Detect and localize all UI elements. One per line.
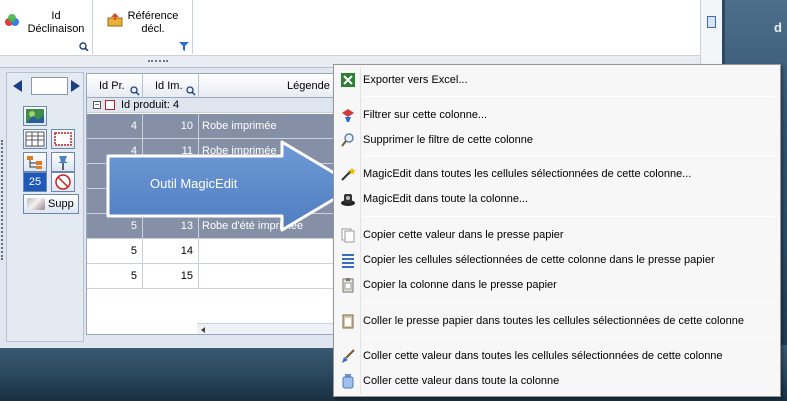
menu-item-label: Exporter vers Excel...	[363, 74, 468, 86]
grid-view-icon[interactable]	[23, 129, 47, 149]
menu-item-label: MagicEdit dans toutes les cellules sélec…	[363, 168, 692, 180]
menu-item-excel[interactable]: Exporter vers Excel...	[336, 69, 778, 91]
tool-panel: 25 Supp	[6, 72, 84, 342]
menu-separator	[362, 96, 776, 97]
brush-icon	[342, 349, 355, 363]
excel-icon	[341, 73, 355, 87]
menu-item-label: Coller cette valeur dans toutes les cell…	[363, 350, 723, 362]
clipboard-copy-icon	[342, 278, 354, 293]
column-header-label-line2: décl.	[141, 23, 165, 35]
cell-id-im[interactable]: 15	[143, 264, 199, 289]
column-search-icon[interactable]	[186, 86, 196, 96]
column-header-id-declinaison[interactable]: Id Déclinaison	[0, 0, 93, 54]
menu-item-label: Copier cette valeur dans le presse papie…	[363, 229, 564, 241]
grid-column-id-pr[interactable]: Id Pr.	[87, 74, 143, 98]
grid-header: Id Pr. Id Im. Légende	[87, 74, 335, 98]
cell-id-pr[interactable]: 4	[87, 114, 143, 139]
filter-icon	[342, 109, 354, 122]
delete-button[interactable]: Supp	[23, 194, 79, 214]
eraser-icon	[27, 198, 45, 210]
previous-arrow-icon[interactable]	[13, 80, 22, 92]
funnel-icon[interactable]	[179, 42, 189, 51]
menu-separator	[362, 302, 776, 303]
menu-item-magnifier[interactable]: Supprimer le filtre de cette colonne	[336, 129, 778, 151]
no-filter-icon[interactable]	[51, 172, 75, 192]
table-row[interactable]: 5 15	[87, 264, 335, 289]
cell-legende[interactable]: Robe imprimée	[199, 114, 335, 139]
image-icon[interactable]	[23, 106, 47, 126]
menu-item-label: Copier les cellules sélectionnées de cet…	[363, 254, 715, 266]
menu-separator	[362, 337, 776, 338]
copy-icon	[341, 228, 355, 243]
grid-column-id-im[interactable]: Id Im.	[143, 74, 199, 98]
panel-grip-icon	[1, 140, 4, 260]
table-row[interactable]: 4 10 Robe imprimée	[87, 114, 335, 139]
column-header-label-line1: Id	[51, 10, 61, 22]
menu-item-label: Supprimer le filtre de cette colonne	[363, 134, 533, 146]
grid-column-label: Id Pr.	[99, 80, 125, 92]
declinaison-column-header-strip: Id Déclinaison Référence décl.	[0, 0, 700, 56]
pin-tool-icon[interactable]	[51, 152, 75, 172]
pin-icon[interactable]	[707, 16, 716, 28]
menu-item-label: Copier la colonne dans le presse papier	[363, 279, 557, 291]
menu-item-magic-wand[interactable]: MagicEdit dans toutes les cellules sélec…	[336, 163, 778, 185]
magnifier-icon	[341, 133, 354, 147]
desktop-label: d	[774, 20, 782, 35]
collapse-icon[interactable]: −	[93, 101, 101, 109]
cell-id-pr[interactable]: 5	[87, 239, 143, 264]
group-row[interactable]: − Id produit: 4	[87, 98, 335, 113]
menu-item-brush[interactable]: Coller cette valeur dans toutes les cell…	[336, 345, 778, 367]
magic-hat-icon	[341, 194, 355, 206]
column-search-icon[interactable]	[130, 86, 140, 96]
menu-item-list[interactable]: Copier les cellules sélectionnées de cet…	[336, 249, 778, 271]
horizontal-scrollbar[interactable]	[197, 323, 335, 334]
cell-id-im[interactable]: 10	[143, 114, 199, 139]
cell-legende[interactable]	[199, 264, 335, 289]
table-row[interactable]: 5 14	[87, 239, 335, 264]
context-menu: Exporter vers Excel... Filtrer sur cette …	[333, 64, 781, 397]
filter-search-icon[interactable]	[79, 42, 89, 51]
menu-item-label: Coller le presse papier dans toutes les …	[363, 315, 744, 327]
menu-item-paste[interactable]: Coller le presse papier dans toutes les …	[336, 310, 778, 332]
box-arrow-icon	[107, 13, 123, 27]
color-circles-icon	[5, 14, 19, 26]
grid-column-label: Id Im.	[155, 80, 183, 92]
menu-separator	[362, 155, 776, 156]
splitter-grip-icon	[148, 60, 168, 63]
grid-column-legende[interactable]: Légende	[199, 74, 335, 98]
menu-item-label: Coller cette valeur dans toute la colonn…	[363, 375, 560, 387]
menu-item-filter[interactable]: Filtrer sur cette colonne...	[336, 104, 778, 126]
menu-item-clipboard-copy[interactable]: Copier la colonne dans le presse papier	[336, 274, 778, 296]
grid-column-label: Légende	[287, 80, 330, 92]
tree-structure-icon[interactable]	[23, 152, 47, 172]
magic-wand-icon	[341, 167, 356, 181]
column-header-reference-decl[interactable]: Référence décl.	[93, 0, 193, 54]
paste-icon	[342, 314, 354, 329]
group-icon	[105, 100, 115, 110]
menu-item-copy[interactable]: Copier cette valeur dans le presse papie…	[336, 224, 778, 246]
menu-item-bottle[interactable]: Coller cette valeur dans toute la colonn…	[336, 370, 778, 392]
counter-button[interactable]: 25	[23, 172, 47, 192]
group-label: Id produit:	[121, 99, 170, 111]
scroll-left-icon[interactable]	[201, 327, 205, 333]
menu-item-label: MagicEdit dans toute la colonne...	[363, 193, 529, 205]
cell-legende[interactable]	[199, 239, 335, 264]
cell-id-pr[interactable]: 5	[87, 264, 143, 289]
menu-separator	[362, 216, 776, 217]
next-arrow-icon[interactable]	[71, 80, 80, 92]
cell-id-im[interactable]: 14	[143, 239, 199, 264]
magicedit-callout-arrow: Outil MagicEdit	[106, 140, 360, 232]
column-header-label-line2: Déclinaison	[27, 23, 85, 35]
list-icon	[342, 254, 354, 268]
menu-item-label: Filtrer sur cette colonne...	[363, 109, 488, 121]
group-value: 4	[172, 99, 180, 111]
selection-frame-icon[interactable]	[51, 129, 75, 149]
bottle-icon	[342, 374, 354, 389]
column-header-label-line1: Référence	[127, 10, 179, 22]
delete-button-label: Supp	[48, 198, 74, 210]
menu-item-magic-hat[interactable]: MagicEdit dans toute la colonne...	[336, 188, 778, 210]
page-input[interactable]	[31, 77, 68, 95]
callout-text: Outil MagicEdit	[150, 176, 238, 191]
vertical-scrollbar[interactable]	[700, 0, 722, 64]
